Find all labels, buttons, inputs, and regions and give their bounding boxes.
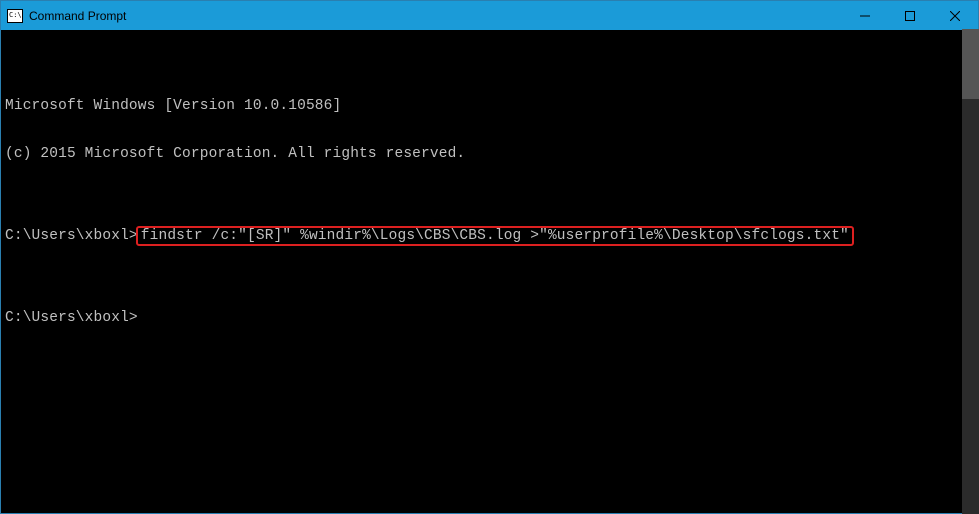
terminal-prompt-line: C:\Users\xboxl> bbox=[5, 310, 957, 326]
maximize-button[interactable] bbox=[887, 1, 932, 30]
terminal-cursor bbox=[138, 312, 146, 326]
window-title: Command Prompt bbox=[29, 9, 126, 23]
close-icon bbox=[950, 11, 960, 21]
terminal-command-line: C:\Users\xboxl>findstr /c:"[SR]" %windir… bbox=[5, 226, 957, 246]
minimize-icon bbox=[860, 11, 870, 21]
terminal-line-copyright: (c) 2015 Microsoft Corporation. All righ… bbox=[5, 146, 957, 162]
scrollbar-thumb[interactable] bbox=[962, 29, 979, 99]
close-button[interactable] bbox=[932, 1, 978, 30]
command-text: findstr /c:"[SR]" %windir%\Logs\CBS\CBS.… bbox=[141, 228, 849, 244]
terminal-line-version: Microsoft Windows [Version 10.0.10586] bbox=[5, 98, 957, 114]
minimize-button[interactable] bbox=[842, 1, 887, 30]
vertical-scrollbar[interactable] bbox=[962, 29, 979, 514]
terminal-content: Microsoft Windows [Version 10.0.10586] (… bbox=[5, 66, 957, 358]
command-highlight: findstr /c:"[SR]" %windir%\Logs\CBS\CBS.… bbox=[136, 226, 854, 246]
window-controls bbox=[842, 1, 978, 30]
prompt-text: C:\Users\xboxl> bbox=[5, 310, 138, 326]
prompt-text: C:\Users\xboxl> bbox=[5, 228, 138, 244]
terminal-area[interactable]: Microsoft Windows [Version 10.0.10586] (… bbox=[1, 30, 978, 513]
maximize-icon bbox=[905, 11, 915, 21]
window-titlebar: C:\ Command Prompt bbox=[1, 1, 978, 30]
cmd-icon: C:\ bbox=[7, 9, 23, 23]
